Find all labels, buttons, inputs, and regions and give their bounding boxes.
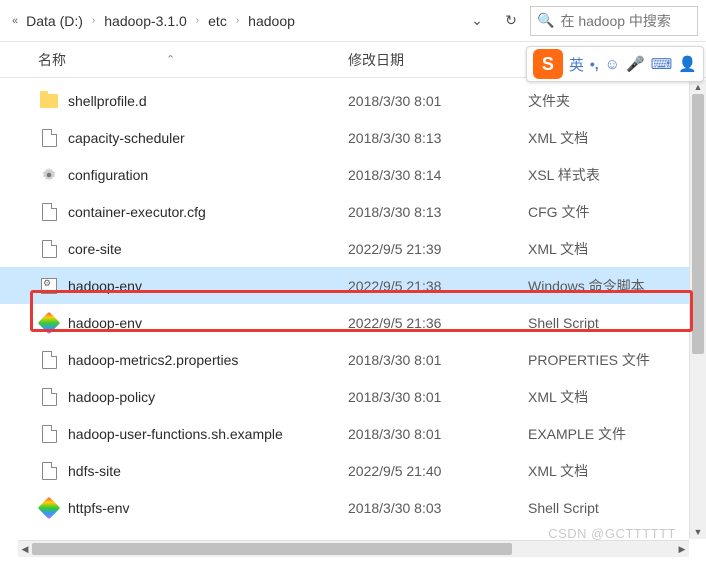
file-list: shellprofile.d2018/3/30 8:01文件夹capacity-… — [0, 78, 706, 526]
file-date: 2018/3/30 8:03 — [348, 500, 528, 516]
chevron-right-icon[interactable]: › — [195, 15, 200, 26]
file-name: hadoop-user-functions.sh.example — [68, 426, 348, 442]
file-icon — [38, 349, 60, 371]
horizontal-scrollbar[interactable]: ◀ ▶ — [18, 540, 689, 557]
file-name: core-site — [68, 241, 348, 257]
search-input[interactable] — [560, 13, 706, 29]
file-name: hadoop-policy — [68, 389, 348, 405]
file-date: 2018/3/30 8:01 — [348, 389, 528, 405]
file-row[interactable]: configuration2018/3/30 8:14XSL 样式表 — [0, 156, 706, 193]
file-icon — [38, 386, 60, 408]
breadcrumb[interactable]: « Data (D:) › hadoop-3.1.0 › etc › hadoo… — [8, 11, 458, 31]
ime-face-icon[interactable]: ☺ — [605, 56, 620, 73]
sort-chevron-icon: ⌃ — [166, 53, 175, 66]
sogou-logo-icon[interactable]: S — [533, 49, 563, 79]
file-name: hadoop-metrics2.properties — [68, 352, 348, 368]
file-date: 2022/9/5 21:36 — [348, 315, 528, 331]
folder-icon — [38, 90, 60, 112]
file-type: Shell Script — [528, 500, 706, 516]
file-date: 2018/3/30 8:14 — [348, 167, 528, 183]
watermark: CSDN @GCTTTTTT — [548, 526, 676, 541]
column-header-name[interactable]: 名称 ⌃ — [38, 50, 348, 70]
file-name: httpfs-env — [68, 500, 348, 516]
file-type: XML 文档 — [528, 461, 706, 481]
file-type: XML 文档 — [528, 239, 706, 259]
file-row[interactable]: hdfs-site2022/9/5 21:40XML 文档 — [0, 452, 706, 489]
ime-language[interactable]: 英 — [569, 54, 584, 75]
scroll-left-icon[interactable]: ◀ — [18, 541, 32, 557]
file-type: XSL 样式表 — [528, 165, 706, 185]
vertical-scrollbar[interactable]: ▲ ▼ — [689, 80, 706, 539]
column-header-date[interactable]: 修改日期 — [348, 50, 528, 70]
file-name: shellprofile.d — [68, 93, 348, 109]
refresh-icon: ↻ — [505, 12, 517, 29]
file-name: capacity-scheduler — [68, 130, 348, 146]
ime-punct-icon[interactable]: •, — [590, 56, 599, 72]
scroll-down-icon[interactable]: ▼ — [690, 525, 706, 539]
file-name: hdfs-site — [68, 463, 348, 479]
refresh-button[interactable]: ↻ — [496, 6, 526, 36]
ime-keyboard-icon[interactable]: ⌨ — [651, 55, 673, 73]
file-type: EXAMPLE 文件 — [528, 424, 706, 444]
chevron-right-icon[interactable]: › — [235, 15, 240, 26]
file-row[interactable]: hadoop-metrics2.properties2018/3/30 8:01… — [0, 341, 706, 378]
column-header-name-label: 名称 — [38, 50, 66, 70]
file-row[interactable]: core-site2022/9/5 21:39XML 文档 — [0, 230, 706, 267]
search-box[interactable]: 🔍 — [530, 6, 698, 36]
file-date: 2022/9/5 21:39 — [348, 241, 528, 257]
file-type: Windows 命令脚本 — [528, 276, 706, 296]
file-type: Shell Script — [528, 315, 706, 331]
file-name: container-executor.cfg — [68, 204, 348, 220]
file-icon — [38, 127, 60, 149]
breadcrumb-item[interactable]: Data (D:) — [24, 11, 85, 31]
ime-settings-icon[interactable]: 👤 — [678, 55, 697, 73]
file-icon — [38, 460, 60, 482]
file-type: XML 文档 — [528, 128, 706, 148]
scrollbar-thumb[interactable] — [32, 543, 512, 555]
file-icon — [38, 423, 60, 445]
shell-script-icon — [38, 497, 60, 519]
file-name: configuration — [68, 167, 348, 183]
file-date: 2018/3/30 8:01 — [348, 352, 528, 368]
file-row[interactable]: container-executor.cfg2018/3/30 8:13CFG … — [0, 193, 706, 230]
file-name: hadoop-env — [68, 278, 348, 294]
breadcrumb-item[interactable]: etc — [206, 11, 229, 31]
chevron-right-icon[interactable]: › — [91, 15, 96, 26]
file-row[interactable]: hadoop-policy2018/3/30 8:01XML 文档 — [0, 378, 706, 415]
file-row[interactable]: capacity-scheduler2018/3/30 8:13XML 文档 — [0, 119, 706, 156]
file-date: 2022/9/5 21:38 — [348, 278, 528, 294]
file-row[interactable]: hadoop-user-functions.sh.example2018/3/3… — [0, 415, 706, 452]
file-date: 2022/9/5 21:40 — [348, 463, 528, 479]
file-name: hadoop-env — [68, 315, 348, 331]
file-row[interactable]: hadoop-env2022/9/5 21:36Shell Script — [0, 304, 706, 341]
file-row[interactable]: httpfs-env2018/3/30 8:03Shell Script — [0, 489, 706, 526]
scroll-up-icon[interactable]: ▲ — [690, 80, 706, 94]
chevron-down-icon: ⌄ — [471, 12, 483, 29]
file-icon — [38, 238, 60, 260]
file-date: 2018/3/30 8:13 — [348, 204, 528, 220]
shell-script-icon — [38, 312, 60, 334]
gear-file-icon — [38, 164, 60, 186]
file-date: 2018/3/30 8:13 — [348, 130, 528, 146]
file-type: 文件夹 — [528, 91, 706, 111]
search-icon: 🔍 — [537, 12, 554, 29]
file-date: 2018/3/30 8:01 — [348, 426, 528, 442]
cmd-script-icon — [38, 275, 60, 297]
breadcrumb-item[interactable]: hadoop-3.1.0 — [102, 11, 189, 31]
breadcrumb-item[interactable]: hadoop — [246, 11, 297, 31]
ime-toolbar[interactable]: S 英 •, ☺ 🎤 ⌨ 👤 — [526, 46, 704, 82]
file-row[interactable]: hadoop-env2022/9/5 21:38Windows 命令脚本 — [0, 267, 706, 304]
address-bar: « Data (D:) › hadoop-3.1.0 › etc › hadoo… — [0, 0, 706, 42]
file-date: 2018/3/30 8:01 — [348, 93, 528, 109]
breadcrumb-overflow-icon[interactable]: « — [12, 15, 18, 27]
file-type: PROPERTIES 文件 — [528, 350, 706, 370]
dropdown-button[interactable]: ⌄ — [462, 6, 492, 36]
file-type: XML 文档 — [528, 387, 706, 407]
ime-mic-icon[interactable]: 🎤 — [626, 55, 645, 73]
file-row[interactable]: shellprofile.d2018/3/30 8:01文件夹 — [0, 82, 706, 119]
file-icon — [38, 201, 60, 223]
scrollbar-thumb[interactable] — [692, 94, 704, 354]
file-type: CFG 文件 — [528, 202, 706, 222]
scroll-right-icon[interactable]: ▶ — [675, 541, 689, 557]
